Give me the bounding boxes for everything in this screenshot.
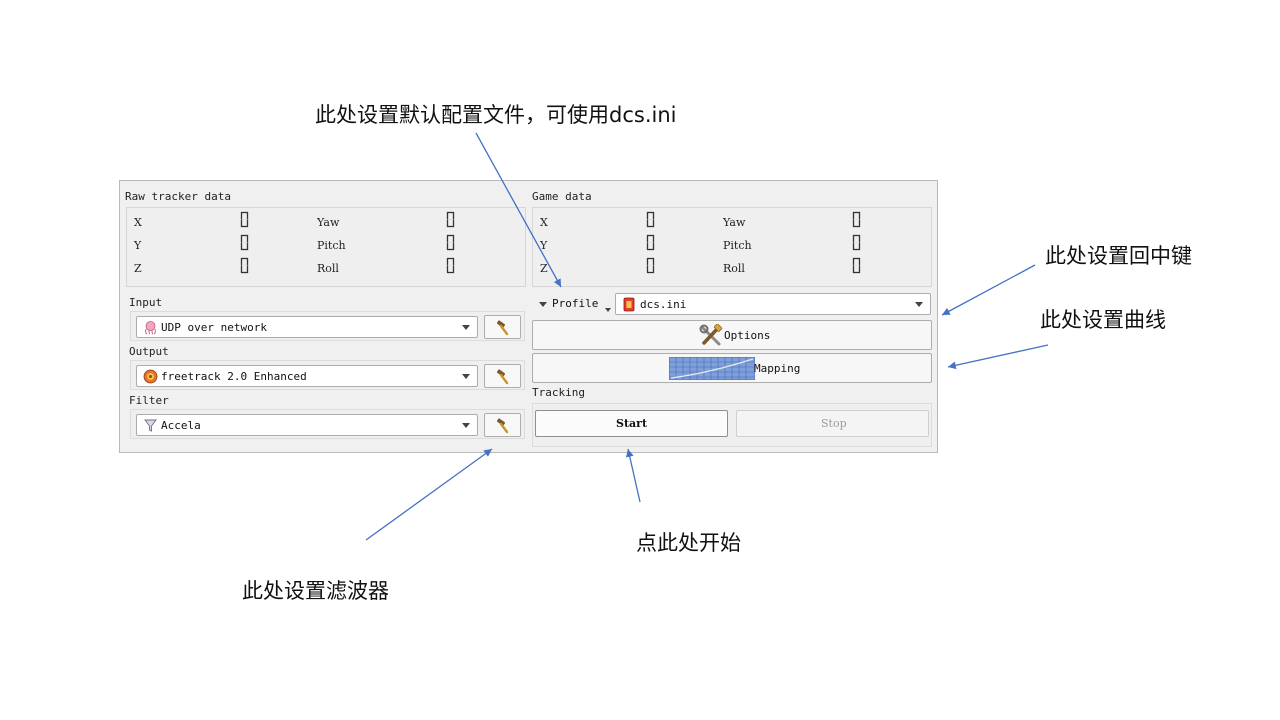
filter-arrow bbox=[365, 448, 493, 541]
start-arrow bbox=[625, 448, 641, 503]
center-key-arrow bbox=[941, 264, 1036, 316]
curve-arrow bbox=[947, 344, 1049, 370]
profile-arrow bbox=[475, 132, 562, 288]
annotation-arrows bbox=[365, 132, 1049, 541]
